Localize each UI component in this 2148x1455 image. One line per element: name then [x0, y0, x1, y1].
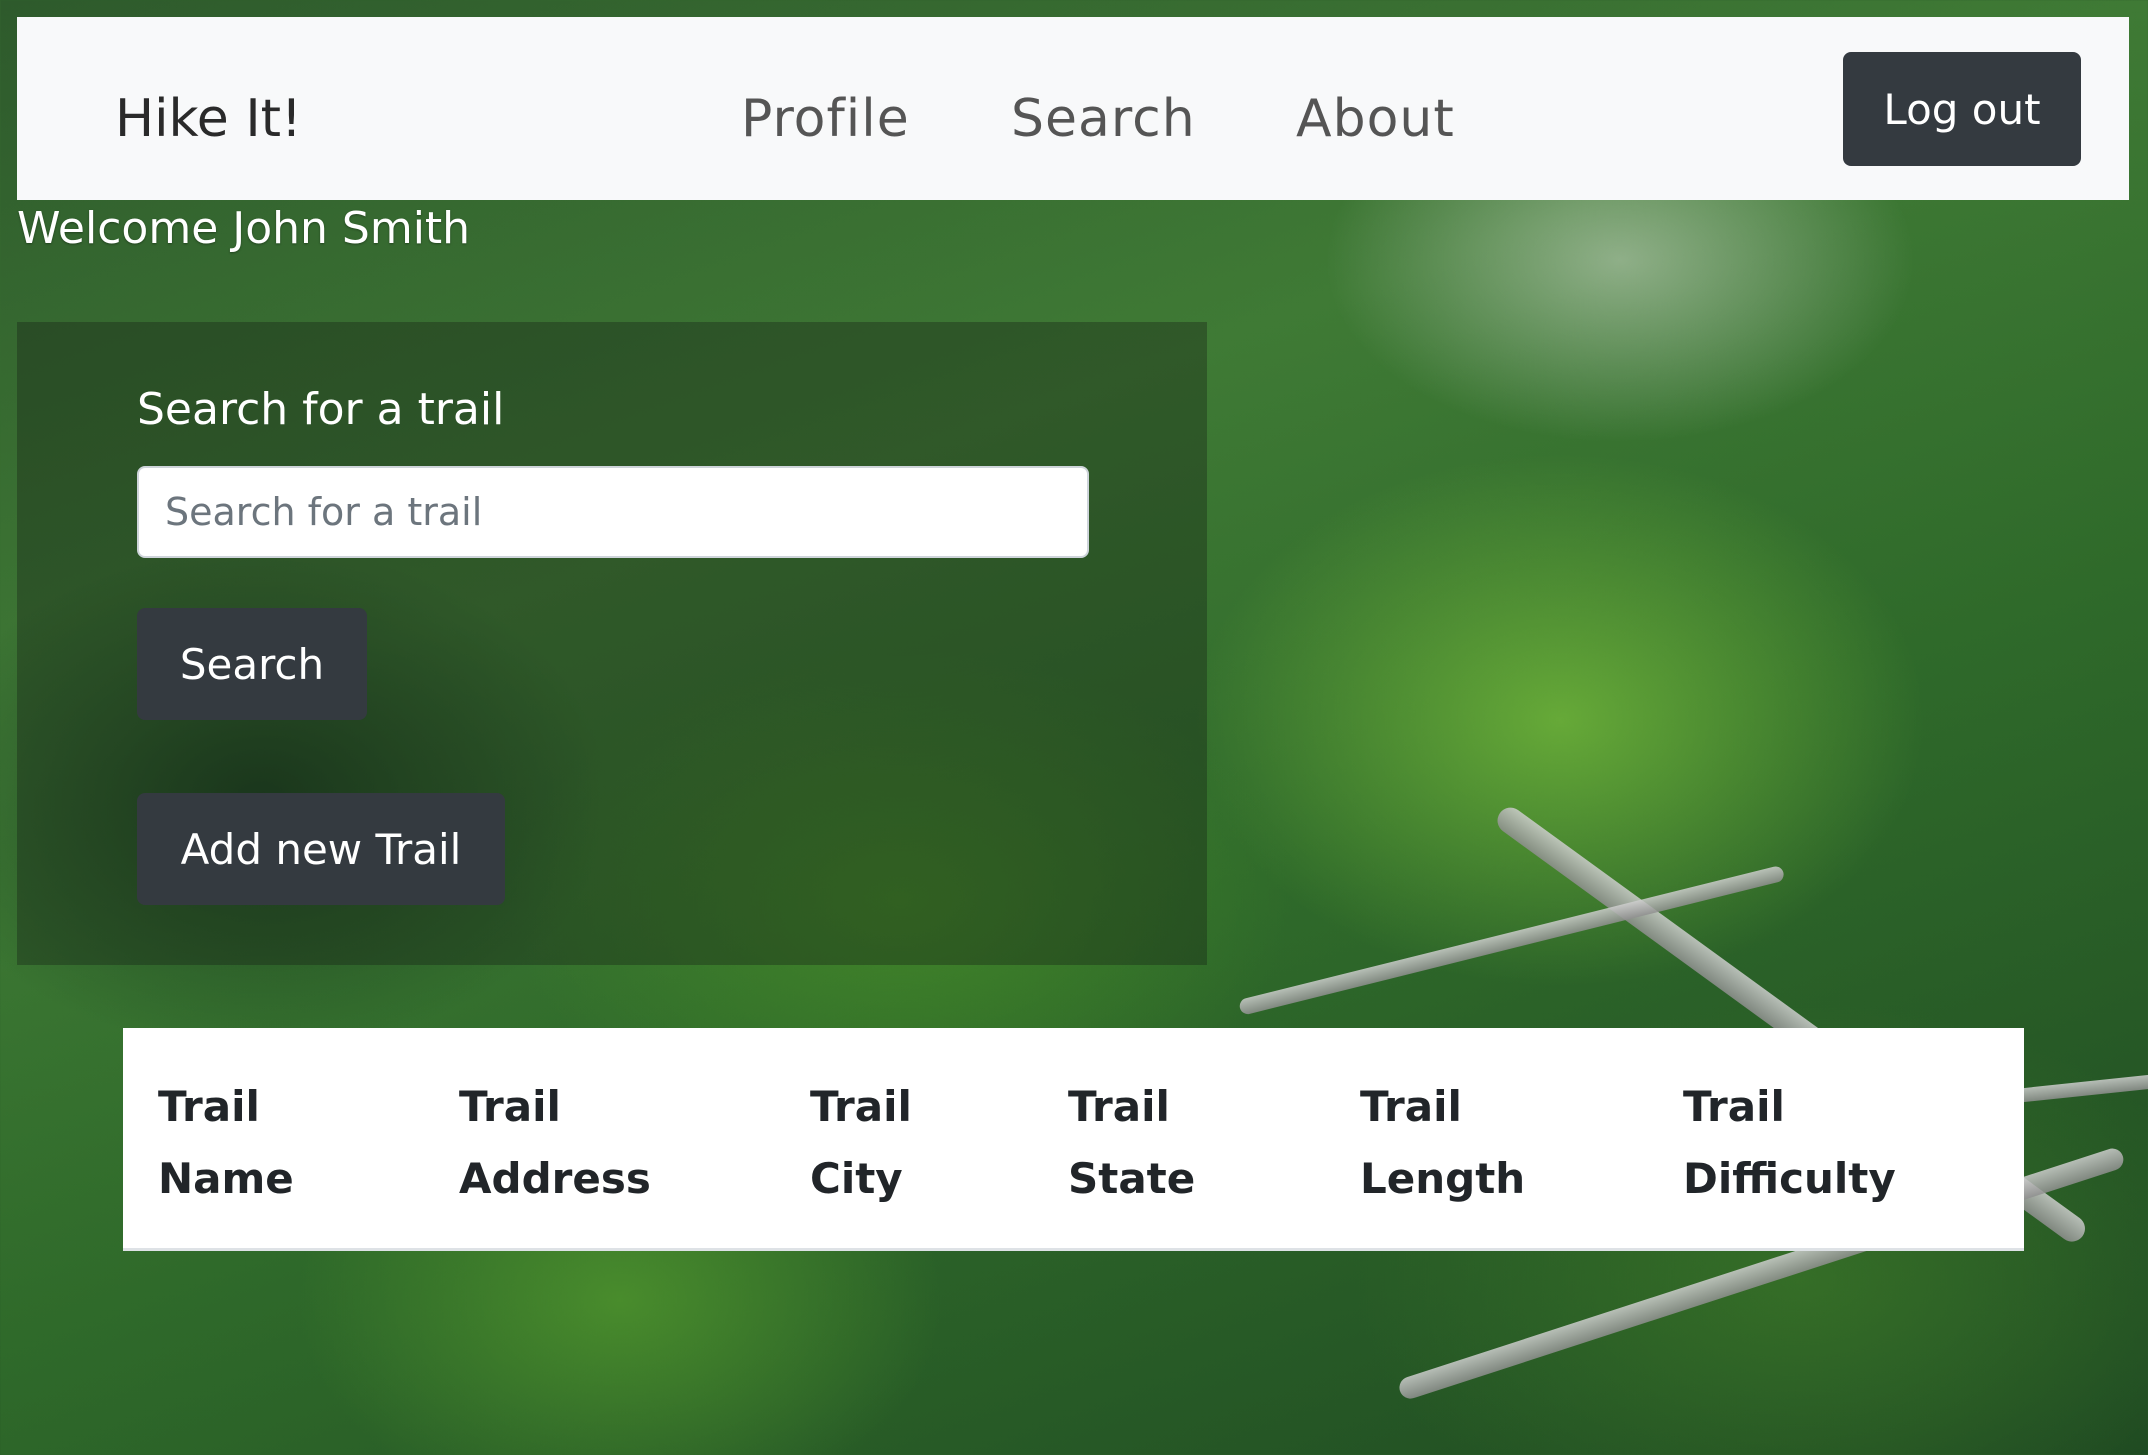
search-heading: Search for a trail	[137, 384, 505, 435]
search-input[interactable]	[137, 466, 1089, 558]
column-header-trail-address[interactable]: Trail Address	[459, 1071, 759, 1215]
column-header-trail-difficulty[interactable]: Trail Difficulty	[1683, 1071, 1983, 1215]
navbar: Hike It! Profile Search About Log out	[17, 17, 2129, 200]
search-panel: Search for a trail Search Add new Trail	[17, 322, 1207, 965]
tree-branch	[1238, 864, 1786, 1016]
column-header-trail-length[interactable]: Trail Length	[1360, 1071, 1660, 1215]
column-header-trail-state[interactable]: Trail State	[1068, 1071, 1368, 1215]
nav-link-about[interactable]: About	[1296, 93, 1455, 145]
nav-link-profile[interactable]: Profile	[741, 93, 910, 145]
column-header-trail-name[interactable]: Trail Name	[158, 1071, 458, 1215]
welcome-message: Welcome John Smith	[17, 203, 471, 254]
brand-link[interactable]: Hike It!	[115, 93, 302, 145]
nav-link-search[interactable]: Search	[1011, 93, 1196, 145]
logout-button[interactable]: Log out	[1843, 52, 2081, 166]
add-trail-button[interactable]: Add new Trail	[137, 793, 505, 905]
trails-table: Trail Name Trail Address Trail City Trai…	[123, 1028, 2024, 1251]
column-header-trail-city[interactable]: Trail City	[810, 1071, 1110, 1215]
search-button[interactable]: Search	[137, 608, 367, 720]
